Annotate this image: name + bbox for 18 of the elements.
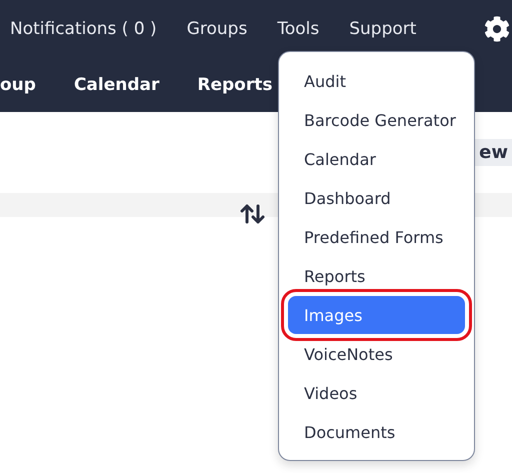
nav-link[interactable]: Support <box>349 18 416 38</box>
menu-item[interactable]: Predefined Forms <box>279 218 474 256</box>
nav-link[interactable]: oup <box>0 74 36 94</box>
settings-icon[interactable] <box>484 16 510 42</box>
menu-item[interactable]: Videos <box>279 374 474 412</box>
menu-item[interactable]: Barcode Generator <box>279 101 474 139</box>
menu-item[interactable]: VoiceNotes <box>279 335 474 373</box>
nav-link[interactable]: Tools <box>277 18 320 38</box>
menu-item[interactable]: Audit <box>279 62 474 100</box>
nav-link[interactable]: Reports <box>197 74 272 94</box>
menu-item[interactable]: Documents <box>279 413 474 451</box>
sort-icon[interactable] <box>240 202 266 226</box>
nav-link[interactable]: Calendar <box>74 74 160 94</box>
menu-item[interactable]: Reports <box>279 257 474 295</box>
menu-item[interactable]: Images <box>288 296 465 334</box>
menu-item[interactable]: Dashboard <box>279 179 474 217</box>
nav-link[interactable]: Notifications ( 0 ) <box>10 18 157 38</box>
nav-link[interactable]: Groups <box>186 18 248 38</box>
